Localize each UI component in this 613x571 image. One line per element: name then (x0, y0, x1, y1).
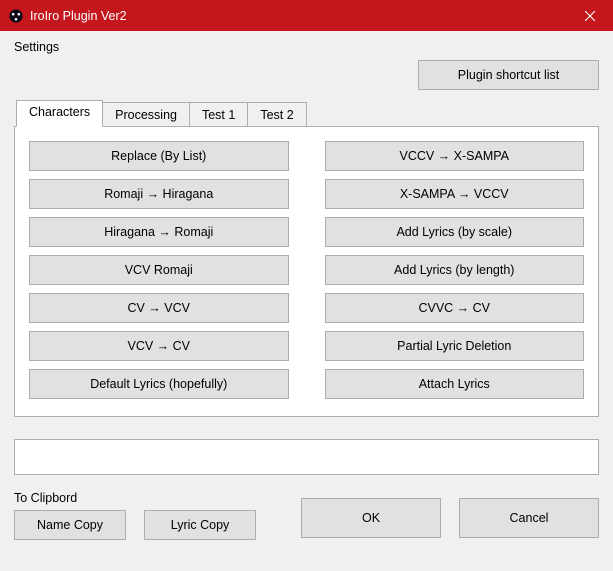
cancel-button[interactable]: Cancel (459, 498, 599, 538)
replace-by-list-button[interactable]: Replace (By List) (29, 141, 289, 171)
attach-lyrics-button[interactable]: Attach Lyrics (325, 369, 585, 399)
xsampa-to-vccv-button[interactable]: X-SAMPA → VCCV (325, 179, 585, 209)
app-icon (8, 8, 24, 24)
romaji-to-hiragana-button[interactable]: Romaji → Hiragana (29, 179, 289, 209)
vcv-to-cv-button[interactable]: VCV → CV (29, 331, 289, 361)
right-column: VCCV → X-SAMPA X-SAMPA → VCCV Add Lyrics… (325, 141, 585, 399)
add-lyrics-by-scale-button[interactable]: Add Lyrics (by scale) (325, 217, 585, 247)
hiragana-to-romaji-button[interactable]: Hiragana → Romaji (29, 217, 289, 247)
add-lyrics-by-length-button[interactable]: Add Lyrics (by length) (325, 255, 585, 285)
cv-to-vcv-button[interactable]: CV → VCV (29, 293, 289, 323)
tab-strip: Characters Processing Test 1 Test 2 (16, 100, 599, 127)
tab-test-1[interactable]: Test 1 (189, 102, 248, 127)
plugin-shortcut-list-button[interactable]: Plugin shortcut list (418, 60, 599, 90)
tab-characters[interactable]: Characters (16, 100, 103, 127)
tab-panel: Replace (By List) Romaji → Hiragana Hira… (14, 126, 599, 417)
cvvc-to-cv-button[interactable]: CVVC → CV (325, 293, 585, 323)
output-textbox[interactable] (14, 439, 599, 475)
partial-lyric-deletion-button[interactable]: Partial Lyric Deletion (325, 331, 585, 361)
default-lyrics-button[interactable]: Default Lyrics (hopefully) (29, 369, 289, 399)
lyric-copy-button[interactable]: Lyric Copy (144, 510, 256, 540)
vcv-romaji-button[interactable]: VCV Romaji (29, 255, 289, 285)
name-copy-button[interactable]: Name Copy (14, 510, 126, 540)
titlebar: IroIro Plugin Ver2 (0, 0, 613, 31)
vccv-to-xsampa-button[interactable]: VCCV → X-SAMPA (325, 141, 585, 171)
bottom-row: Name Copy Lyric Copy OK Cancel (14, 510, 599, 540)
close-button[interactable] (567, 0, 613, 31)
settings-heading: Settings (14, 40, 599, 54)
left-column: Replace (By List) Romaji → Hiragana Hira… (29, 141, 289, 399)
ok-button[interactable]: OK (301, 498, 441, 538)
tab-processing[interactable]: Processing (102, 102, 190, 127)
top-row: Plugin shortcut list (14, 60, 599, 90)
window-title: IroIro Plugin Ver2 (30, 9, 567, 23)
tab-test-2[interactable]: Test 2 (247, 102, 306, 127)
client-area: Settings Plugin shortcut list Characters… (0, 31, 613, 554)
